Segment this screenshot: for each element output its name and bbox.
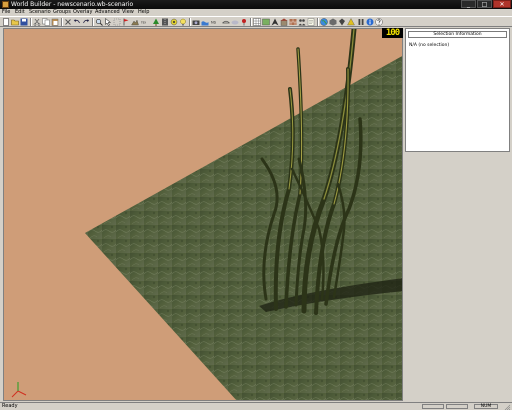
copy-icon[interactable] xyxy=(42,18,50,26)
toolbar: TEX NS xyxy=(0,16,512,27)
maximize-button[interactable]: □ xyxy=(477,0,492,8)
menu-advanced[interactable]: Advanced xyxy=(95,9,120,16)
app-icon xyxy=(2,1,9,8)
minimize-button[interactable]: _ xyxy=(461,0,476,8)
team-icon[interactable] xyxy=(298,18,306,26)
waypoint-icon[interactable] xyxy=(170,18,178,26)
pointer-icon[interactable] xyxy=(104,18,112,26)
menu-file[interactable]: File xyxy=(2,9,10,16)
num-lock-indicator: NUM xyxy=(474,404,498,409)
delete-icon[interactable] xyxy=(64,18,72,26)
script-icon[interactable] xyxy=(307,18,315,26)
save-icon[interactable] xyxy=(20,18,28,26)
ns-icon[interactable]: NS xyxy=(211,18,219,26)
nav-icon[interactable] xyxy=(271,18,279,26)
redo-icon[interactable] xyxy=(82,18,90,26)
fps-counter: 100 xyxy=(382,28,403,38)
menu-help[interactable]: Help xyxy=(138,9,149,16)
status-text: Ready xyxy=(2,403,18,409)
height-icon[interactable] xyxy=(131,18,139,26)
grid-icon[interactable] xyxy=(253,18,261,26)
wall-icon[interactable] xyxy=(289,18,297,26)
status-bar: Ready NUM xyxy=(0,402,512,410)
object-icon[interactable] xyxy=(329,18,337,26)
status-panel-blank-2 xyxy=(446,404,468,409)
close-button[interactable]: ✕ xyxy=(493,0,511,8)
camera-icon[interactable] xyxy=(192,18,200,26)
bridge-icon[interactable] xyxy=(222,18,230,26)
fog-icon[interactable] xyxy=(231,18,239,26)
light-icon[interactable] xyxy=(179,18,187,26)
pause-icon[interactable] xyxy=(357,18,365,26)
unit-icon[interactable] xyxy=(338,18,346,26)
trigger-icon[interactable] xyxy=(347,18,355,26)
open-icon[interactable] xyxy=(11,18,19,26)
axis-gizmo-icon xyxy=(11,382,27,398)
tree-icon[interactable] xyxy=(152,18,160,26)
window-controls: _ □ ✕ xyxy=(461,0,511,9)
side-panel-background xyxy=(405,152,510,401)
globe-icon[interactable] xyxy=(320,18,328,26)
zoom-icon[interactable] xyxy=(95,18,103,26)
terrain-icon[interactable]: TEX xyxy=(141,18,149,26)
terrain-scene xyxy=(11,29,402,400)
title-bar: World Builder - newscenario.wb-scenario … xyxy=(0,0,512,9)
window-title: World Builder - newscenario.wb-scenario xyxy=(11,1,134,8)
pin-icon[interactable] xyxy=(240,18,248,26)
new-icon[interactable] xyxy=(2,18,10,26)
help-icon[interactable] xyxy=(375,18,383,26)
flag-icon[interactable] xyxy=(122,18,130,26)
paste-icon[interactable] xyxy=(51,18,59,26)
menu-overlay[interactable]: Overlay xyxy=(73,9,92,16)
menu-groups[interactable]: Groups xyxy=(53,9,71,16)
undo-icon[interactable] xyxy=(73,18,81,26)
ns-label: NS xyxy=(211,21,217,25)
terrain-label: TEX xyxy=(141,20,146,24)
info-icon[interactable] xyxy=(366,18,374,26)
selection-panel: Selection Information N/A (no selection) xyxy=(405,28,510,152)
select-icon[interactable] xyxy=(113,18,121,26)
menu-view[interactable]: View xyxy=(122,9,134,16)
menu-bar: File Edit Scenario Groups Overlay Advanc… xyxy=(0,9,512,16)
3d-viewport[interactable] xyxy=(3,28,403,401)
water-icon[interactable] xyxy=(201,18,209,26)
status-panel-blank-1 xyxy=(422,404,444,409)
road-icon[interactable] xyxy=(161,18,169,26)
menu-edit[interactable]: Edit xyxy=(15,9,25,16)
selection-panel-header: Selection Information xyxy=(408,31,507,38)
resize-grip-icon[interactable] xyxy=(503,404,511,410)
menu-scenario[interactable]: Scenario xyxy=(29,9,51,16)
map-icon[interactable] xyxy=(262,18,270,26)
building-icon[interactable] xyxy=(280,18,288,26)
selection-info: N/A (no selection) xyxy=(409,43,450,48)
cut-icon[interactable] xyxy=(33,18,41,26)
